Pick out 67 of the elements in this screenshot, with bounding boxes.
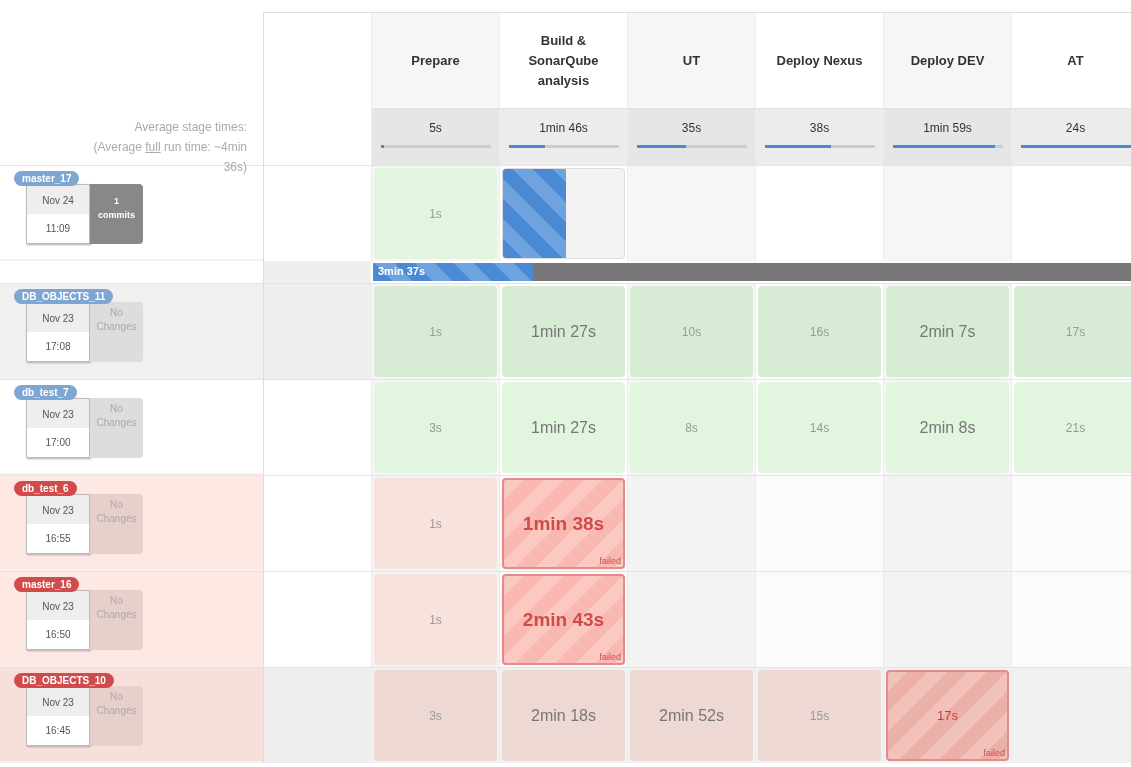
stage-cell[interactable]: 15s (758, 670, 881, 761)
stage-name: Build & SonarQube analysis (527, 31, 600, 90)
average-stage-time: 35s (681, 121, 702, 135)
stage-cell[interactable]: 2min 8s (886, 382, 1009, 473)
stage-cell[interactable]: 3s (374, 382, 497, 473)
run-date: Nov 23 (27, 591, 89, 620)
date-box[interactable]: Nov 24 11:09 (26, 184, 90, 244)
stage-cell[interactable]: 1s (374, 286, 497, 377)
stage-cell[interactable]: 1s (374, 574, 497, 665)
stage-cell[interactable]: 1s (374, 478, 497, 569)
average-time-text: (Average full run time: ~4min (93, 139, 247, 156)
run-date: Nov 23 (27, 687, 89, 716)
stage-name: Deploy Nexus (776, 51, 863, 70)
build-badge[interactable]: master_17 (14, 171, 80, 186)
stage-name: Prepare (411, 51, 460, 70)
run-time: 16:55 (44, 532, 72, 546)
build-badge[interactable]: db_test_7 (14, 385, 77, 400)
stage-cell[interactable]: 1s (374, 168, 497, 259)
run-time: 16:50 (44, 628, 72, 642)
run-date: Nov 24 (27, 185, 89, 214)
average-time-text: Average stage times: (134, 119, 247, 136)
build-badge[interactable]: DB_OBJECTS_11 (14, 289, 114, 304)
running-stage-cell[interactable] (502, 168, 625, 259)
stage-cell[interactable]: 16s (758, 286, 881, 377)
stage-cell[interactable]: 2min 18s (502, 670, 625, 761)
changes-box[interactable]: No Changes (90, 590, 143, 650)
build-badge[interactable]: DB_OBJECTS_10 (14, 673, 114, 688)
stage-cell[interactable]: 1min 27s (502, 382, 625, 473)
failed-stage-cell[interactable]: 1min 38s failed (502, 478, 625, 569)
average-stage-time: 1min 59s (923, 121, 972, 135)
run-time: 16:45 (44, 724, 72, 738)
date-box[interactable]: Nov 23 17:08 (26, 302, 90, 362)
average-stage-time: 24s (1065, 121, 1086, 135)
failed-stage-cell[interactable]: 17s failed (886, 670, 1009, 761)
build-badge[interactable]: db_test_6 (14, 481, 77, 496)
stage-name: UT (682, 51, 701, 70)
stage-cell[interactable]: 1min 27s (502, 286, 625, 377)
date-box[interactable]: Nov 23 16:45 (26, 686, 90, 746)
stage-cell[interactable]: 21s (1014, 382, 1131, 473)
date-box[interactable]: Nov 23 17:00 (26, 398, 90, 458)
average-stage-time: 38s (809, 121, 830, 135)
average-stage-time: 5s (429, 121, 442, 135)
date-box[interactable]: Nov 23 16:50 (26, 590, 90, 650)
run-time: 11:09 (44, 222, 72, 236)
run-time: 17:08 (44, 340, 72, 354)
elapsed-time: 3min 37s (378, 265, 426, 277)
stage-cell[interactable]: 2min 52s (630, 670, 753, 761)
stage-name: Deploy DEV (910, 51, 985, 70)
run-time: 17:00 (44, 436, 72, 450)
stage-cell[interactable]: 2min 7s (886, 286, 1009, 377)
stage-cell[interactable]: 10s (630, 286, 753, 377)
run-date: Nov 23 (27, 303, 89, 332)
stage-cell[interactable]: 14s (758, 382, 881, 473)
run-date: Nov 23 (27, 495, 89, 524)
date-box[interactable]: Nov 23 16:55 (26, 494, 90, 554)
stage-cell[interactable]: 17s (1014, 286, 1131, 377)
run-date: Nov 23 (27, 399, 89, 428)
stage-cell[interactable]: 3s (374, 670, 497, 761)
failed-stage-cell[interactable]: 2min 43s failed (502, 574, 625, 665)
stage-name: AT (1067, 51, 1084, 70)
average-stage-time: 1min 46s (539, 121, 588, 135)
average-time-text: 36s) (223, 159, 247, 176)
stage-cell[interactable]: 8s (630, 382, 753, 473)
changes-box[interactable]: No Changes (90, 494, 143, 554)
build-badge[interactable]: master_16 (14, 577, 80, 592)
changes-box[interactable]: No Changes (90, 686, 143, 746)
changes-box[interactable]: 1 commits (90, 184, 143, 244)
